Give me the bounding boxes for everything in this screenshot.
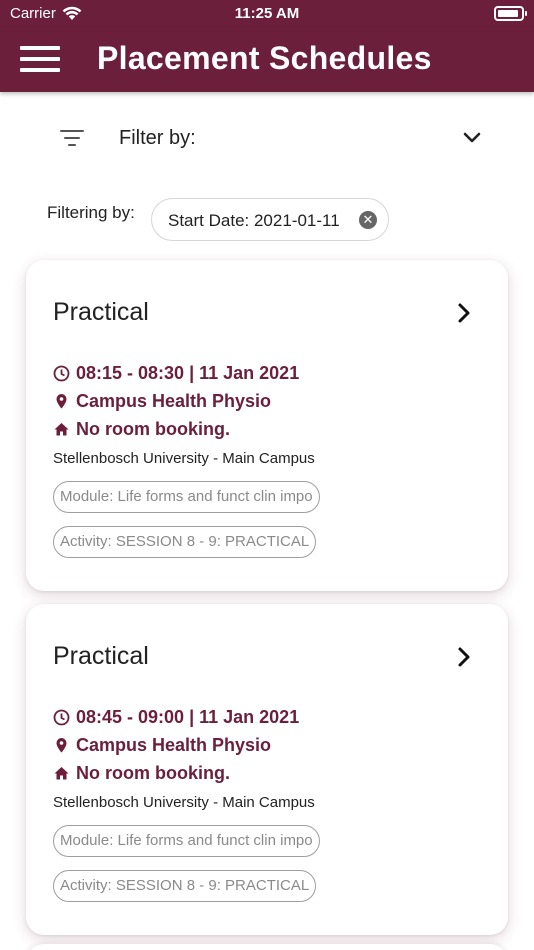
schedule-card-partial[interactable] (26, 944, 508, 950)
clock-icon (53, 365, 70, 382)
filtering-label: Filtering by: (47, 203, 135, 222)
schedule-card[interactable]: Practical 08:45 - 09:00 | 11 Jan 2021 Ca… (26, 604, 508, 935)
module-tag: Module: Life forms and funct clin impo (53, 481, 320, 513)
filter-dropdown[interactable]: Filter by: (0, 110, 534, 170)
campus-text: Stellenbosch University - Main Campus (53, 794, 315, 811)
status-bar: Carrier 11:25 AM (0, 0, 534, 28)
time-row: 08:45 - 09:00 | 11 Jan 2021 (53, 707, 299, 728)
module-tag: Module: Life forms and funct clin impo (53, 825, 320, 857)
location-pin-icon (56, 394, 67, 409)
location-row: Campus Health Physio (53, 391, 271, 412)
card-title: Practical (53, 642, 149, 670)
card-title: Practical (53, 298, 149, 326)
schedule-card[interactable]: Practical 08:15 - 08:30 | 11 Jan 2021 Ca… (26, 260, 508, 591)
filter-chip[interactable]: Start Date: 2021-01-11 ✕ (151, 198, 389, 241)
clock: 11:25 AM (234, 5, 300, 22)
close-icon[interactable]: ✕ (359, 211, 377, 229)
room-row: No room booking. (53, 419, 230, 440)
room-text: No room booking. (76, 763, 230, 783)
clock-icon (53, 709, 70, 726)
home-icon (54, 767, 69, 780)
location-pin-icon (56, 738, 67, 753)
location-text: Campus Health Physio (76, 735, 272, 755)
menu-icon[interactable] (20, 44, 60, 74)
home-icon (54, 423, 69, 436)
chevron-down-icon[interactable] (462, 130, 482, 146)
location-row: Campus Health Physio (53, 735, 271, 756)
filter-chip-label: Start Date: 2021-01-11 (168, 211, 340, 230)
battery-icon (494, 6, 527, 21)
filter-icon (60, 130, 84, 148)
campus-text: Stellenbosch University - Main Campus (53, 450, 315, 467)
time-text: 08:45 - 09:00 | 11 Jan 2021 (76, 707, 300, 727)
page-title: Placement Schedules (97, 40, 432, 76)
room-text: No room booking. (76, 419, 230, 439)
location-text: Campus Health Physio (76, 391, 272, 411)
time-text: 08:15 - 08:30 | 11 Jan 2021 (76, 363, 300, 383)
activity-tag: Activity: SESSION 8 - 9: PRACTICAL (53, 526, 317, 558)
filter-label: Filter by: (119, 127, 196, 149)
app-bar: Placement Schedules (0, 28, 534, 92)
chevron-right-icon[interactable] (456, 646, 472, 668)
room-row: No room booking. (53, 763, 230, 784)
chevron-right-icon[interactable] (456, 302, 472, 324)
activity-tag: Activity: SESSION 8 - 9: PRACTICAL (53, 870, 317, 902)
time-row: 08:15 - 08:30 | 11 Jan 2021 (53, 363, 299, 384)
